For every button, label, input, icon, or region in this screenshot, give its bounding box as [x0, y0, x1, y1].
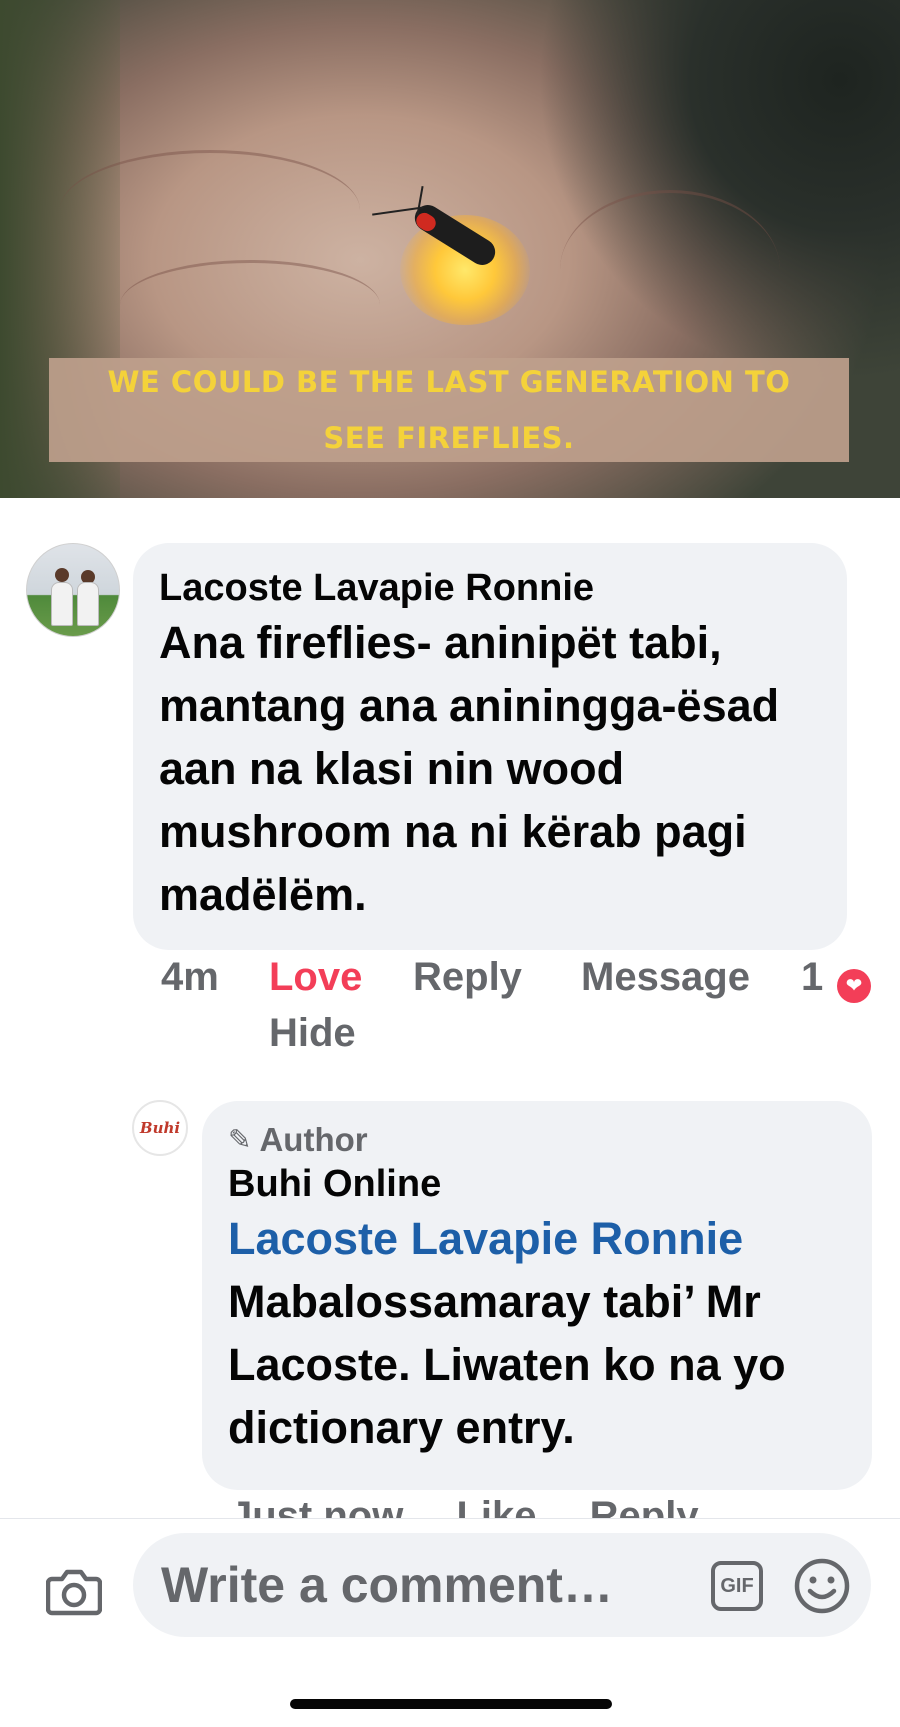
palm-crease — [60, 150, 360, 270]
comment-timestamp[interactable]: 4m — [161, 955, 219, 1000]
avatar-figure — [77, 582, 99, 626]
hide-button[interactable]: Hide — [269, 1011, 356, 1056]
comment-text: Ana fireflies- aninipët tabi, mantang an… — [159, 617, 780, 920]
author-badge: ✎ Author — [228, 1119, 846, 1161]
image-caption-text: WE COULD BE THE LAST GENERATION TO SEE F… — [107, 365, 791, 455]
reaction-badge[interactable]: ❤ — [834, 966, 874, 1006]
post-image[interactable]: WE COULD BE THE LAST GENERATION TO SEE F… — [0, 0, 900, 498]
heart-icon: ❤ — [837, 969, 871, 1003]
comment-composer: GIF — [0, 1518, 900, 1727]
palm-crease — [560, 190, 780, 350]
reply-like-button[interactable]: Like — [456, 1500, 536, 1518]
pencil-icon: ✎ — [228, 1124, 252, 1155]
commenter-avatar[interactable] — [26, 543, 120, 637]
author-badge-label: Author — [259, 1121, 368, 1158]
image-caption-banner: WE COULD BE THE LAST GENERATION TO SEE F… — [49, 358, 849, 462]
reply-bubble[interactable]: ✎ Author Buhi Online Lacoste Lavapie Ron… — [202, 1101, 872, 1490]
page-avatar[interactable]: Buhi — [132, 1100, 188, 1156]
comment-input[interactable] — [161, 1553, 681, 1617]
avatar-figure — [51, 582, 73, 626]
reply-body: Mabalossamaray tabi’ Mr Lacoste. Liwaten… — [228, 1276, 786, 1453]
gif-button[interactable]: GIF — [711, 1561, 763, 1611]
reply-button[interactable]: Reply — [413, 955, 522, 1000]
gif-label: GIF — [720, 1574, 754, 1597]
reply-actions-partial: Just now Like Reply — [230, 1500, 741, 1518]
reply-reply-button[interactable]: Reply — [590, 1500, 699, 1518]
palm-crease — [120, 260, 380, 350]
smiley-icon[interactable] — [793, 1557, 851, 1615]
page-logo: Buhi — [139, 1119, 181, 1137]
avatar-figure-head — [55, 568, 69, 582]
reply-timestamp[interactable]: Just now — [230, 1500, 403, 1518]
message-button[interactable]: Message — [581, 955, 750, 1000]
mention-link[interactable]: Lacoste Lavapie Ronnie — [228, 1213, 743, 1264]
reply-text: Lacoste Lavapie Ronnie Mabalossamaray ta… — [228, 1207, 846, 1459]
home-indicator — [290, 1699, 612, 1709]
comment-input-container[interactable]: GIF — [133, 1533, 871, 1637]
love-button[interactable]: Love — [269, 955, 362, 1000]
comment-author[interactable]: Lacoste Lavapie Ronnie — [159, 565, 821, 611]
reaction-count[interactable]: 1 — [801, 955, 823, 1000]
comment-bubble[interactable]: Lacoste Lavapie Ronnie Ana fireflies- an… — [133, 543, 847, 950]
reply-author[interactable]: Buhi Online — [228, 1161, 846, 1207]
camera-icon[interactable] — [46, 1567, 102, 1617]
